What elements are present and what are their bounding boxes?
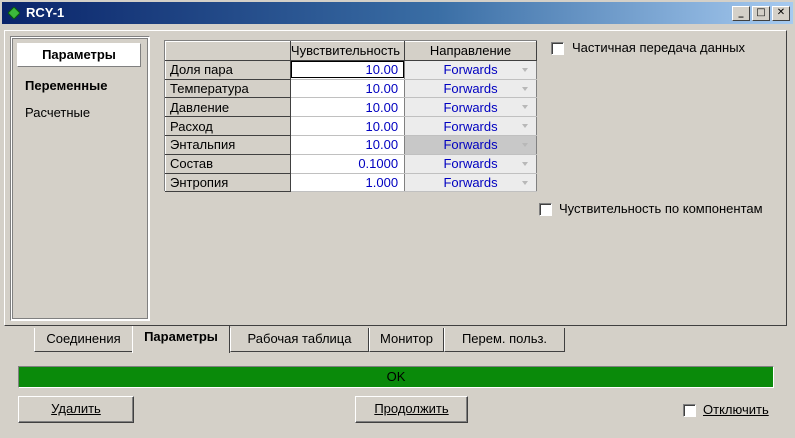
title-bar[interactable]: RCY-1 _ □ ✕ bbox=[2, 2, 793, 24]
continue-button-label: Продолжить bbox=[374, 401, 449, 416]
continue-button[interactable]: Продолжить bbox=[355, 396, 468, 423]
direction-cell[interactable]: Forwards bbox=[404, 97, 537, 118]
direction-value: Forwards bbox=[443, 62, 498, 78]
direction-value: Forwards bbox=[443, 118, 498, 134]
status-bar: OK bbox=[18, 366, 774, 388]
left-nav-inner: Параметры Переменные Расчетные bbox=[12, 38, 148, 319]
direction-value: Forwards bbox=[443, 174, 498, 190]
direction-cell[interactable]: Forwards bbox=[404, 116, 537, 136]
nav-item-calculated[interactable]: Расчетные bbox=[25, 105, 90, 120]
sensitivity-cell[interactable]: 1.000 bbox=[290, 173, 406, 193]
rcy-window: RCY-1 _ □ ✕ Параметры Переменные Расчетн… bbox=[0, 0, 795, 438]
column-header-direction[interactable]: Направление bbox=[404, 41, 537, 61]
left-nav-panel: Параметры Переменные Расчетные bbox=[10, 36, 150, 321]
table-row: Температура 10.00 Forwards bbox=[165, 78, 537, 99]
sensitivity-cell[interactable]: 10.00 bbox=[290, 97, 406, 118]
dropdown-arrow-icon[interactable] bbox=[522, 124, 528, 129]
row-label: Расход bbox=[165, 116, 291, 136]
disable-label[interactable]: Отключить bbox=[703, 402, 769, 417]
table-row: Доля пара 10.00 Forwards bbox=[165, 59, 537, 80]
table-row: Энтропия 1.000 Forwards bbox=[165, 172, 537, 193]
disable-checkbox[interactable] bbox=[683, 404, 696, 417]
row-label: Энтропия bbox=[165, 172, 291, 193]
table-row: Давление 10.00 Forwards bbox=[165, 97, 537, 118]
direction-value: Forwards bbox=[443, 80, 498, 96]
delete-button[interactable]: Удалить bbox=[18, 396, 134, 423]
direction-value: Forwards bbox=[443, 99, 498, 115]
dropdown-arrow-icon[interactable] bbox=[522, 161, 528, 166]
direction-cell[interactable]: Forwards bbox=[404, 173, 537, 193]
table-row: Энтальпия 10.00 Forwards bbox=[165, 134, 537, 155]
tab-parameters[interactable]: Параметры bbox=[132, 326, 230, 353]
table-row: Расход 10.00 Forwards bbox=[165, 116, 537, 136]
direction-cell[interactable]: Forwards bbox=[404, 135, 537, 155]
sensitivity-cell[interactable]: 10.00 bbox=[290, 60, 406, 80]
partial-transfer-checkbox[interactable] bbox=[551, 42, 564, 55]
nav-header: Параметры bbox=[17, 43, 141, 67]
minimize-button[interactable]: _ bbox=[732, 6, 750, 21]
tab-user-variables[interactable]: Перем. польз. bbox=[444, 328, 565, 352]
direction-cell[interactable]: Forwards bbox=[404, 154, 537, 174]
tab-monitor[interactable]: Монитор bbox=[369, 328, 444, 352]
sensitivity-cell[interactable]: 10.00 bbox=[290, 135, 406, 155]
dropdown-arrow-icon[interactable] bbox=[522, 142, 528, 147]
direction-value: Forwards bbox=[443, 156, 498, 172]
dropdown-arrow-icon[interactable] bbox=[522, 86, 528, 91]
maximize-button[interactable]: □ bbox=[752, 6, 770, 21]
row-label: Доля пара bbox=[165, 59, 291, 80]
sensitivity-cell[interactable]: 10.00 bbox=[290, 79, 406, 99]
close-button[interactable]: ✕ bbox=[772, 6, 790, 21]
direction-value: Forwards bbox=[443, 137, 498, 153]
nav-item-variables[interactable]: Переменные bbox=[25, 78, 107, 93]
sensitivity-cell[interactable]: 10.00 bbox=[290, 116, 406, 136]
component-sensitivity-checkbox[interactable] bbox=[539, 203, 552, 216]
direction-cell[interactable]: Forwards bbox=[404, 60, 537, 80]
app-icon bbox=[8, 7, 20, 19]
tab-worksheet[interactable]: Рабочая таблица bbox=[230, 328, 369, 352]
direction-cell[interactable]: Forwards bbox=[404, 79, 537, 99]
component-sensitivity-label[interactable]: Чуствительность по компонентам bbox=[559, 201, 763, 216]
window-title: RCY-1 bbox=[26, 5, 65, 20]
row-label: Давление bbox=[165, 97, 291, 118]
dropdown-arrow-icon[interactable] bbox=[522, 180, 528, 185]
row-label: Температура bbox=[165, 78, 291, 99]
dropdown-arrow-icon[interactable] bbox=[522, 67, 528, 72]
table-corner bbox=[165, 41, 291, 61]
row-label: Состав bbox=[165, 153, 291, 174]
partial-transfer-label[interactable]: Частичная передача данных bbox=[572, 40, 745, 55]
table-row: Состав 0.1000 Forwards bbox=[165, 153, 537, 174]
dropdown-arrow-icon[interactable] bbox=[522, 105, 528, 110]
delete-button-label: Удалить bbox=[51, 401, 101, 416]
parameters-table: Чувствительность Направление Доля пара 10… bbox=[164, 40, 537, 193]
sensitivity-cell[interactable]: 0.1000 bbox=[290, 154, 406, 174]
tab-connections[interactable]: Соединения bbox=[34, 328, 133, 352]
column-header-sensitivity[interactable]: Чувствительность bbox=[289, 41, 406, 61]
row-label: Энтальпия bbox=[165, 134, 291, 155]
